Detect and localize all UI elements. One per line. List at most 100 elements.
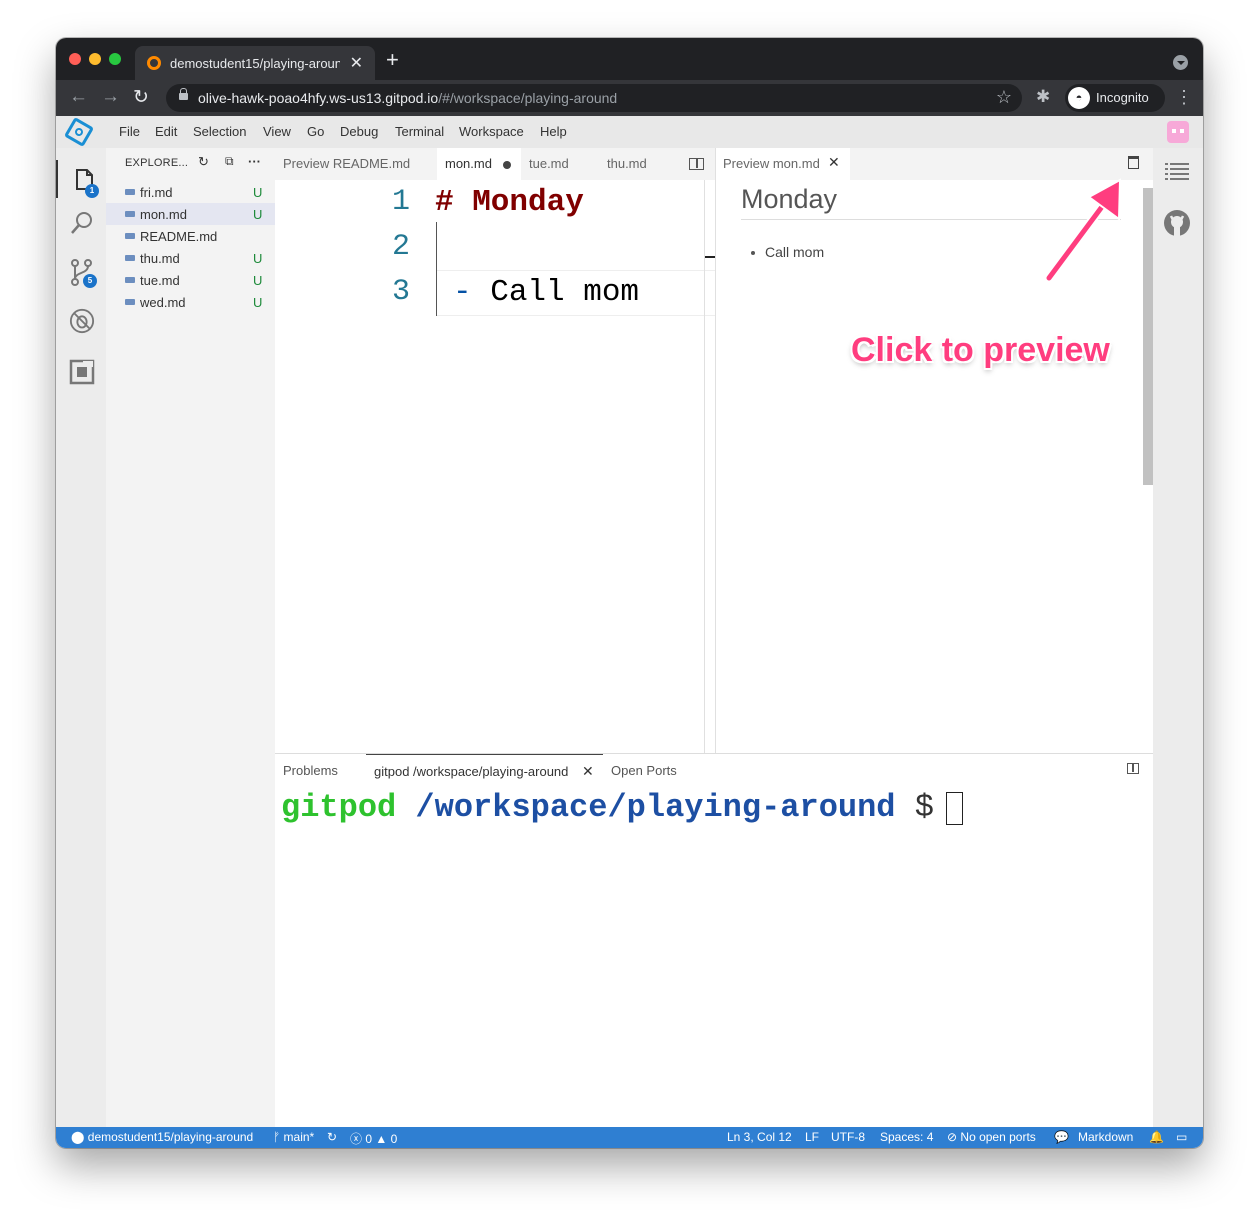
zoom-window-button[interactable] [109, 53, 121, 65]
extensions-icon[interactable] [69, 359, 95, 385]
preview-list-text: Call mom [765, 244, 825, 260]
user-avatar[interactable] [1167, 121, 1189, 143]
warning-icon: ▲ [375, 1132, 388, 1146]
search-icon[interactable] [69, 210, 95, 236]
toggle-panel-status-icon[interactable]: ▭ [1176, 1130, 1187, 1144]
outline-list-icon[interactable] [1165, 162, 1189, 182]
close-tab-icon[interactable]: ✕ [350, 53, 363, 73]
source-control-activity[interactable]: 5 [69, 258, 97, 288]
browser-tab-title: demostudent15/playing-around [170, 56, 340, 71]
preview-list-item: Call mom [751, 244, 825, 260]
feedback-icon[interactable]: 💬 [1054, 1130, 1069, 1144]
file-item[interactable]: thu.md U [106, 247, 275, 269]
warning-count: 0 [390, 1132, 398, 1146]
source-control-badge: 5 [83, 274, 97, 288]
file-item[interactable]: wed.md U [106, 291, 275, 313]
file-name: tue.md [140, 273, 180, 288]
file-status: U [253, 295, 263, 310]
tab-search-button[interactable] [1173, 55, 1188, 70]
more-actions-icon[interactable]: ··· [248, 154, 261, 169]
tab-tue-md[interactable]: tue.md [521, 148, 599, 180]
browser-menu-icon[interactable]: ⋮ [1175, 87, 1193, 108]
unsaved-dot-icon[interactable] [503, 161, 511, 169]
gitpod-logo-icon[interactable] [63, 116, 95, 148]
file-status: U [253, 251, 263, 266]
menu-workspace[interactable]: Workspace [459, 124, 524, 139]
bookmark-star-icon[interactable]: ☆ [996, 87, 1012, 108]
status-ports[interactable]: ⊘ No open ports [947, 1130, 1036, 1144]
extensions-puzzle-icon[interactable]: ✱ [1036, 87, 1050, 107]
menu-view[interactable]: View [263, 124, 291, 139]
editor-scrollbar[interactable] [704, 180, 705, 753]
tab-preview-mon-md[interactable]: Preview mon.md ✕ [716, 148, 850, 180]
menu-terminal[interactable]: Terminal [395, 124, 444, 139]
status-branch[interactable]: ᚠ main* [273, 1130, 314, 1144]
tab-open-ports[interactable]: Open Ports [611, 763, 677, 778]
line-number: 2 [391, 230, 410, 264]
status-problems[interactable]: ⓧ 0 ▲ 0 [350, 1130, 397, 1147]
explorer-activity[interactable]: 1 [56, 160, 108, 198]
open-source-icon[interactable] [1128, 156, 1139, 169]
status-indent[interactable]: Spaces: 4 [880, 1130, 933, 1144]
status-eol[interactable]: LF [805, 1130, 819, 1144]
collapse-all-icon[interactable]: ⧉ [225, 154, 234, 169]
file-item[interactable]: README.md [106, 225, 275, 247]
menu-edit[interactable]: Edit [155, 124, 177, 139]
preview-divider [741, 219, 1121, 220]
file-item[interactable]: tue.md U [106, 269, 275, 291]
status-language[interactable]: Markdown [1078, 1130, 1133, 1144]
code-editor[interactable]: 1 2 3 # Monday - Call mom [275, 180, 715, 753]
menu-debug[interactable]: Debug [340, 124, 378, 139]
menu-help[interactable]: Help [540, 124, 567, 139]
browser-window: demostudent15/playing-around ✕ + ← → ↻ o… [56, 38, 1203, 1148]
browser-tab[interactable]: demostudent15/playing-around ✕ [135, 46, 375, 80]
minimize-window-button[interactable] [89, 53, 101, 65]
new-tab-button[interactable]: + [386, 47, 399, 73]
line-number: 1 [391, 185, 410, 219]
markdown-file-icon [125, 211, 135, 217]
line-number: 3 [391, 275, 410, 309]
tab-problems[interactable]: Problems [283, 763, 338, 778]
menu-selection[interactable]: Selection [193, 124, 246, 139]
file-item[interactable]: mon.md U [106, 203, 275, 225]
incognito-label: Incognito [1096, 90, 1149, 105]
status-cursor-position[interactable]: Ln 3, Col 12 [727, 1130, 792, 1144]
menu-go[interactable]: Go [307, 124, 324, 139]
right-activity-bar [1153, 148, 1203, 1127]
tab-preview-readme[interactable]: Preview README.md [275, 148, 437, 180]
markdown-file-icon [125, 233, 135, 239]
markdown-file-icon [125, 189, 135, 195]
status-repo[interactable]: ⬤ demostudent15/playing-around [71, 1130, 253, 1144]
markdown-file-icon [125, 277, 135, 283]
tab-label: mon.md [445, 156, 492, 171]
overview-ruler-mark [705, 256, 715, 258]
notifications-bell-icon[interactable]: 🔔 [1149, 1130, 1164, 1144]
open-preview-to-side-icon[interactable] [689, 158, 704, 170]
preview-scrollbar[interactable] [1143, 188, 1153, 485]
forward-arrow-icon[interactable]: → [101, 86, 120, 108]
debug-icon[interactable] [69, 308, 95, 334]
panel-tab-bar: Problems gitpod /workspace/playing-aroun… [275, 753, 1153, 788]
terminal-user: gitpod [281, 789, 397, 826]
tab-mon-md[interactable]: mon.md [437, 148, 521, 180]
menu-file[interactable]: File [119, 124, 140, 139]
terminal[interactable]: gitpod /workspace/playing-around $ [275, 787, 1153, 1127]
toggle-panel-icon[interactable] [1127, 763, 1139, 774]
close-terminal-icon[interactable]: ✕ [582, 763, 594, 780]
tab-terminal[interactable]: gitpod /workspace/playing-around ✕ [366, 754, 603, 788]
status-encoding[interactable]: UTF-8 [831, 1130, 865, 1144]
github-icon[interactable] [1163, 209, 1191, 237]
refresh-icon[interactable]: ↻ [198, 154, 209, 170]
close-window-button[interactable] [69, 53, 81, 65]
error-count: 0 [365, 1132, 373, 1146]
incognito-profile-button[interactable]: ◓ Incognito [1065, 84, 1165, 112]
back-arrow-icon[interactable]: ← [69, 86, 88, 108]
file-item[interactable]: fri.md U [106, 181, 275, 203]
reload-icon[interactable]: ↻ [133, 86, 149, 109]
tab-thu-md[interactable]: thu.md [599, 148, 677, 180]
preview-tab-bar: Preview mon.md ✕ [715, 148, 1154, 180]
sync-icon[interactable]: ↻ [327, 1130, 337, 1144]
address-bar[interactable]: olive-hawk-poao4hfy.ws-us13.gitpod.io/#/… [166, 84, 1022, 112]
close-tab-icon[interactable]: ✕ [828, 154, 840, 171]
explorer-title: EXPLORE... [125, 157, 189, 169]
